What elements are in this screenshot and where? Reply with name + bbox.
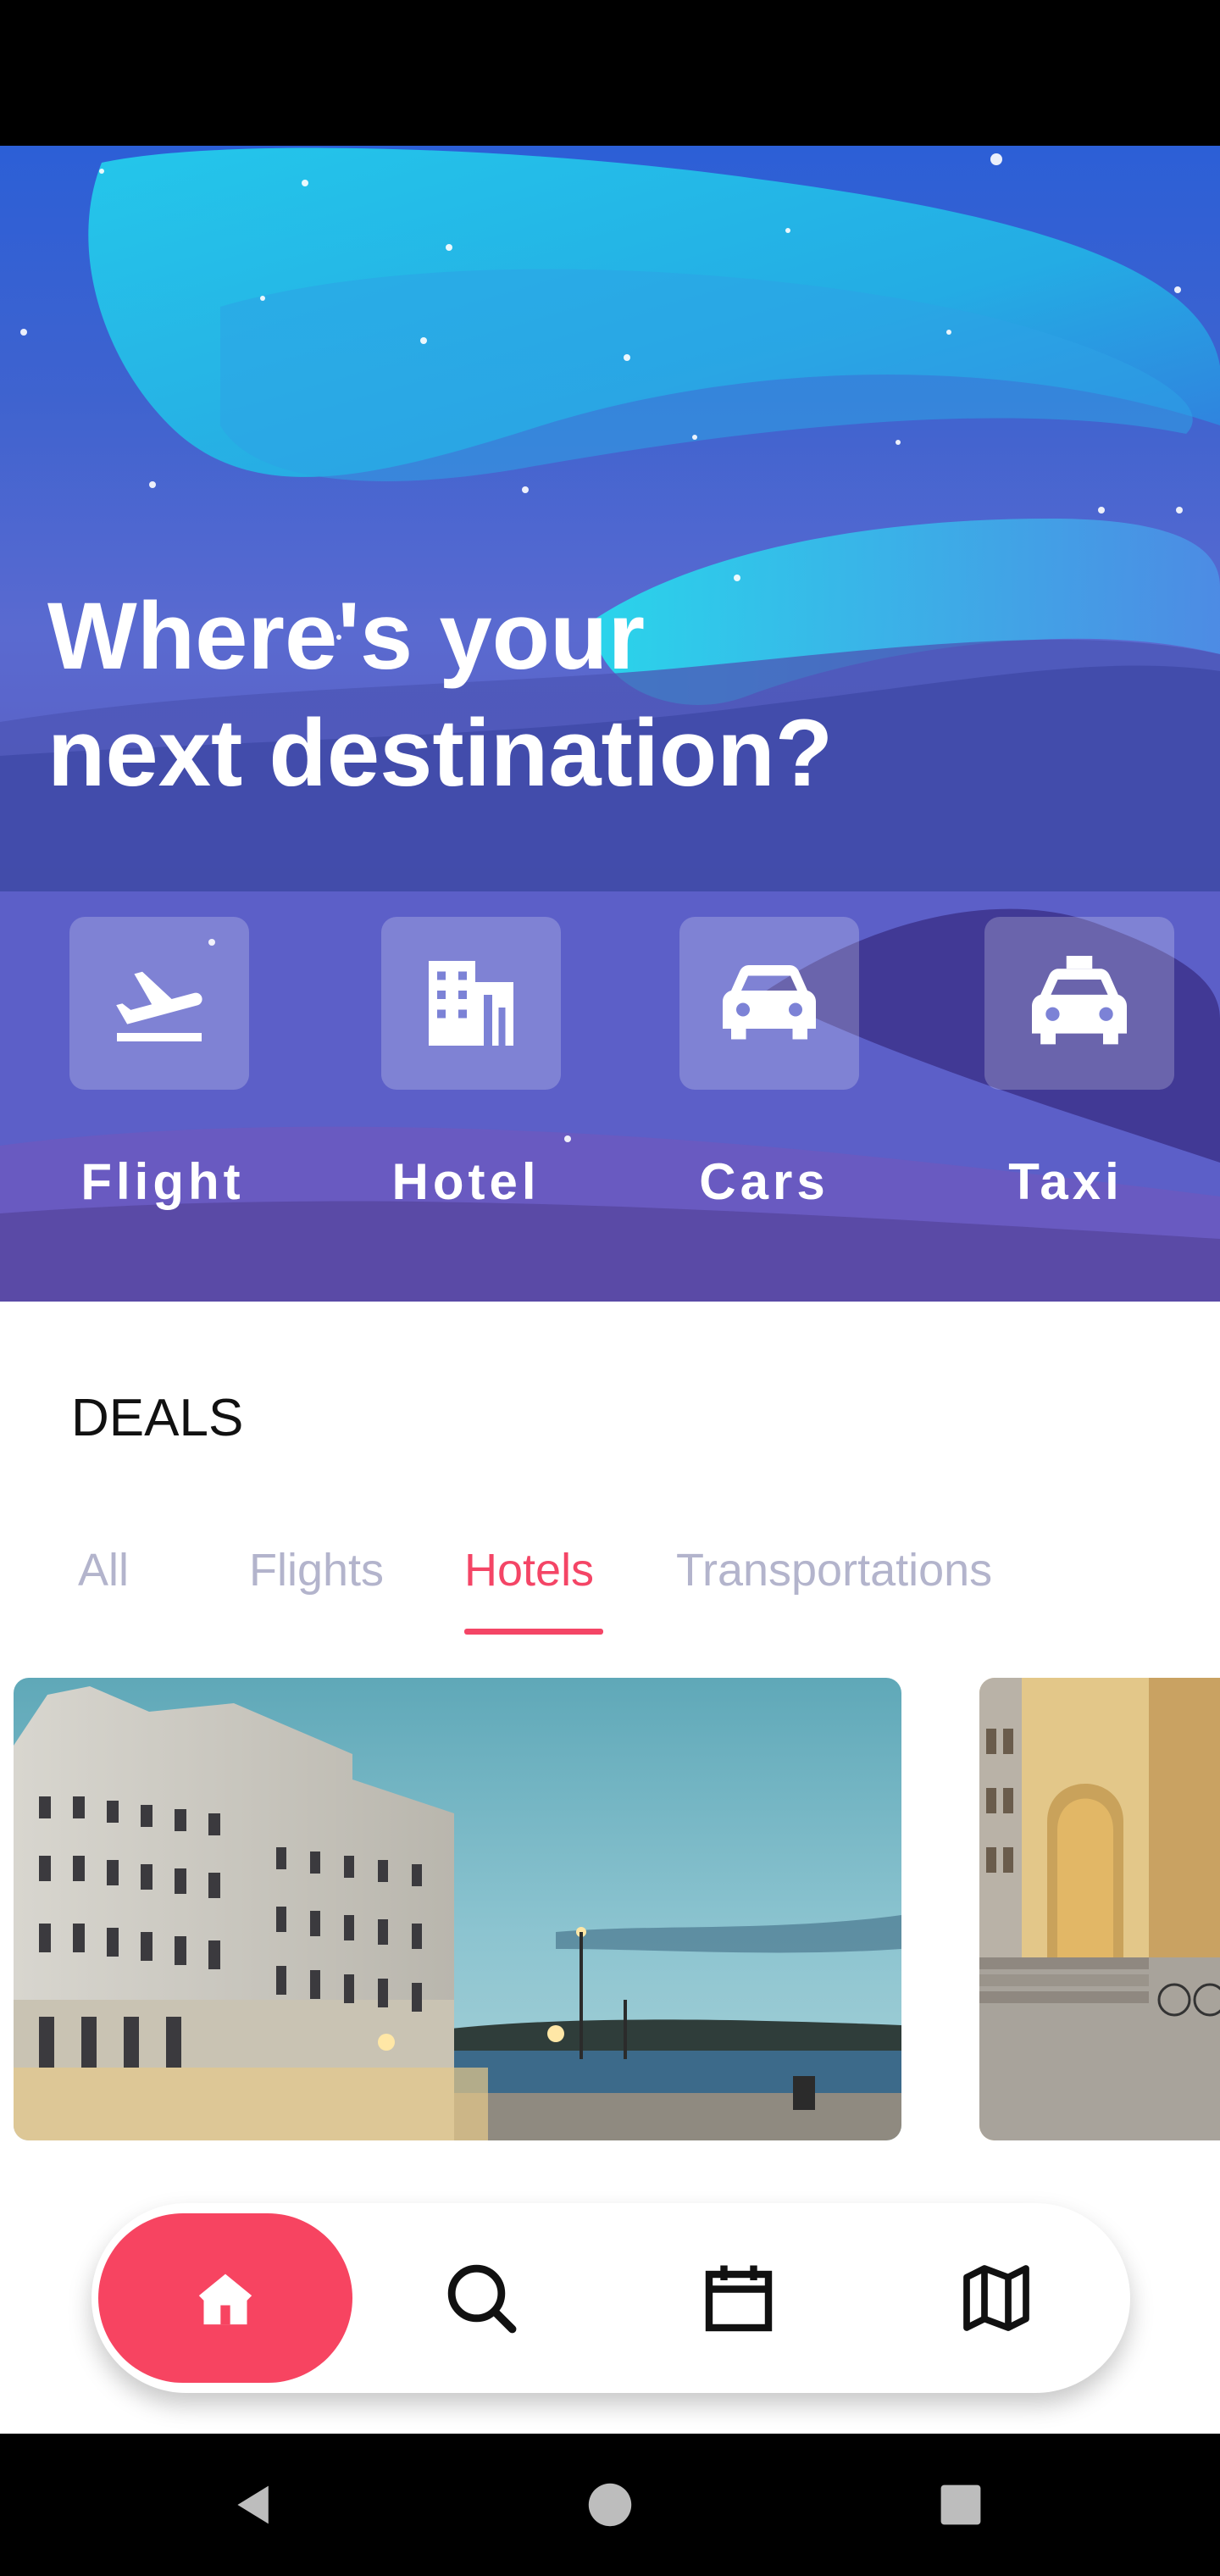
category-tile[interactable] [381, 917, 561, 1090]
recents-icon [940, 2484, 981, 2525]
nav-calendar[interactable] [654, 2213, 824, 2383]
status-bar [0, 0, 1220, 146]
calendar-icon [705, 2265, 773, 2332]
deal-card[interactable] [14, 1678, 901, 2140]
category-cars[interactable]: Cars [654, 917, 874, 1239]
street-photo [979, 1678, 1220, 2140]
hero-title: Where's your next destination? [47, 583, 834, 806]
tab-transportations[interactable]: Transportations [676, 1544, 992, 1596]
category-label: Cars [699, 1153, 829, 1210]
tab-indicator [464, 1629, 603, 1635]
nav-map[interactable] [912, 2213, 1081, 2383]
tab-hotels[interactable]: Hotels [464, 1544, 594, 1596]
category-label: Taxi [1008, 1153, 1123, 1210]
search-icon [447, 2264, 517, 2334]
bottom-navigation [92, 2203, 1130, 2393]
home-icon [198, 2273, 252, 2325]
system-navigation-bar [0, 2434, 1220, 2576]
deals-title: DEALS [71, 1389, 244, 1447]
system-back-button[interactable] [186, 2434, 322, 2576]
nav-home[interactable] [98, 2213, 352, 2383]
system-home-button[interactable] [542, 2434, 678, 2576]
nav-search[interactable] [396, 2213, 566, 2383]
category-tile[interactable] [69, 917, 249, 1090]
map-icon [963, 2265, 1029, 2331]
tab-all[interactable]: All [78, 1544, 129, 1596]
back-icon [237, 2485, 269, 2524]
category-taxi[interactable]: Taxi [956, 917, 1176, 1239]
category-tile[interactable] [984, 917, 1174, 1090]
hotel-photo [14, 1678, 901, 2140]
hotel-building-icon [429, 961, 513, 1046]
category-label: Hotel [391, 1153, 541, 1210]
home-circle-icon [588, 2483, 632, 2527]
tab-flights[interactable]: Flights [249, 1544, 384, 1596]
deal-card[interactable] [979, 1678, 1220, 2140]
category-tile[interactable] [679, 917, 859, 1090]
category-hotel[interactable]: Hotel [356, 917, 576, 1239]
system-recents-button[interactable] [893, 2434, 1029, 2576]
category-flight[interactable]: Flight [53, 917, 273, 1239]
taxi-icon [1032, 956, 1127, 1045]
car-icon [723, 965, 816, 1040]
category-label: Flight [80, 1153, 245, 1210]
hero-banner: Where's your next destination? Flight Ho… [0, 146, 1220, 1302]
flight-takeoff-icon [116, 971, 202, 1041]
